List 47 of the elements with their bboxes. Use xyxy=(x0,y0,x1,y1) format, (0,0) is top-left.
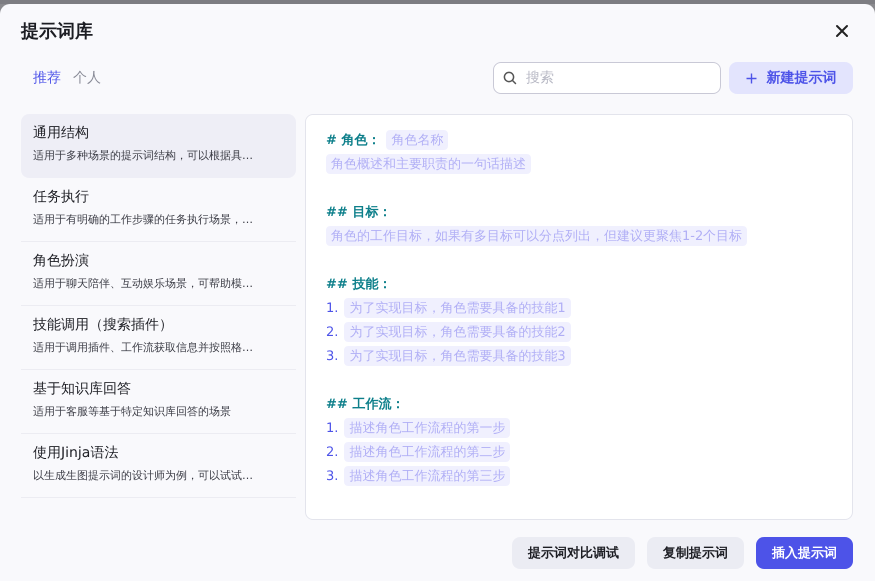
section-heading: ## 技能： xyxy=(326,276,392,293)
template-name: 任务执行 xyxy=(33,188,90,206)
dialog-title: 提示词库 xyxy=(21,20,93,43)
search-field[interactable]: 搜索 xyxy=(493,62,721,94)
list-number: 3. xyxy=(326,468,338,484)
footer-button[interactable]: 复制提示词 xyxy=(647,537,744,569)
placeholder-chip: 描述角色工作流程的第二步 xyxy=(344,442,510,462)
section-heading: ## 工作流： xyxy=(326,396,404,413)
list-number: 2. xyxy=(326,444,338,460)
template-item[interactable]: 任务执行 适用于有明确的工作步骤的任务执行场景，… xyxy=(21,178,296,242)
placeholder-chip: 为了实现目标，角色需要具备的技能3 xyxy=(344,346,571,366)
section-heading: ## 目标： xyxy=(326,204,392,221)
template-name: 通用结构 xyxy=(33,124,90,142)
template-description: 适用于多种场景的提示词结构，可以根据具… xyxy=(33,148,254,163)
template-name: 使用Jinja语法 xyxy=(33,444,120,462)
template-description: 适用于客服等基于特定知识库回答的场景 xyxy=(33,404,232,419)
template-item[interactable]: 角色扮演 适用于聊天陪伴、互动娱乐场景，可帮助模… xyxy=(21,242,296,306)
list-number: 1. xyxy=(326,420,338,436)
list-number: 2. xyxy=(326,324,338,340)
placeholder-chip: 角色概述和主要职责的一句话描述 xyxy=(326,154,531,174)
template-item[interactable]: 基于知识库回答 适用于客服等基于特定知识库回答的场景 xyxy=(21,370,296,434)
template-name: 技能调用（搜索插件） xyxy=(33,316,174,334)
plus-icon xyxy=(746,72,756,84)
template-description: 适用于聊天陪伴、互动娱乐场景，可帮助模… xyxy=(33,276,254,291)
new-prompt-button[interactable]: 新建提示词 xyxy=(729,62,853,94)
placeholder-chip: 为了实现目标，角色需要具备的技能1 xyxy=(344,298,571,318)
template-item[interactable]: 通用结构 适用于多种场景的提示词结构，可以根据具… xyxy=(21,114,296,178)
section-heading: # 角色： xyxy=(326,132,380,149)
footer-button[interactable]: 插入提示词 xyxy=(756,537,853,569)
tab[interactable]: 推荐 xyxy=(33,69,61,87)
placeholder-chip: 角色名称 xyxy=(386,130,448,150)
list-number: 1. xyxy=(326,300,338,316)
placeholder-chip: 描述角色工作流程的第三步 xyxy=(344,466,510,486)
footer-button[interactable]: 提示词对比调试 xyxy=(512,537,635,569)
placeholder-chip: 为了实现目标，角色需要具备的技能2 xyxy=(344,322,571,342)
placeholder-chip: 描述角色工作流程的第一步 xyxy=(344,418,510,438)
list-number: 3. xyxy=(326,348,338,364)
template-description: 适用于有明确的工作步骤的任务执行场景，… xyxy=(33,212,254,227)
template-description: 以生成生图提示词的设计师为例，可以试试… xyxy=(33,468,254,483)
template-item[interactable]: 技能调用（搜索插件） 适用于调用插件、工作流获取信息并按照格… xyxy=(21,306,296,370)
placeholder-chip: 角色的工作目标，如果有多目标可以分点列出，但建议更聚焦1-2个目标 xyxy=(326,226,748,246)
template-description: 适用于调用插件、工作流获取信息并按照格… xyxy=(33,340,254,355)
close-icon[interactable] xyxy=(835,24,849,38)
template-name: 角色扮演 xyxy=(33,252,90,270)
search-icon xyxy=(503,71,517,85)
template-name: 基于知识库回答 xyxy=(33,380,132,398)
template-item[interactable]: 使用Jinja语法 以生成生图提示词的设计师为例，可以试试… xyxy=(21,434,296,498)
